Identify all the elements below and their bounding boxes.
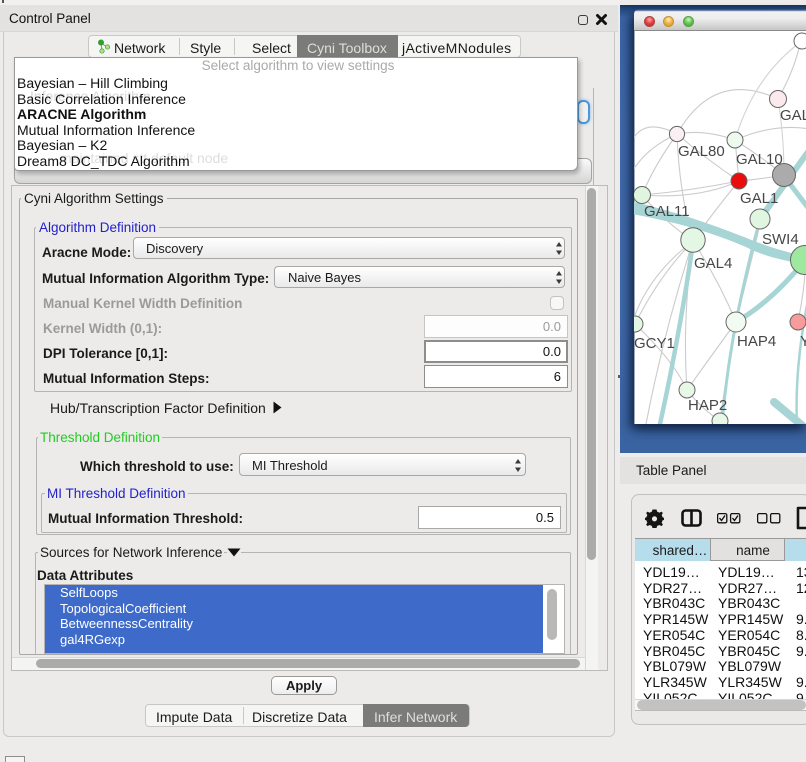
svg-text:GAL4: GAL4 (694, 255, 732, 272)
svg-text:GAL: GAL (780, 107, 806, 124)
svg-text:GAL10: GAL10 (736, 151, 783, 168)
svg-text:SWI4: SWI4 (762, 231, 799, 248)
svg-text:HAP4: HAP4 (737, 333, 776, 350)
svg-text:GCY1: GCY1 (634, 335, 675, 352)
svg-text:HAP2: HAP2 (688, 397, 727, 414)
svg-text:GAL1: GAL1 (740, 190, 778, 207)
svg-text:GAL80: GAL80 (678, 143, 725, 160)
svg-text:GAL11: GAL11 (644, 203, 690, 220)
svg-text:Y: Y (800, 333, 806, 350)
